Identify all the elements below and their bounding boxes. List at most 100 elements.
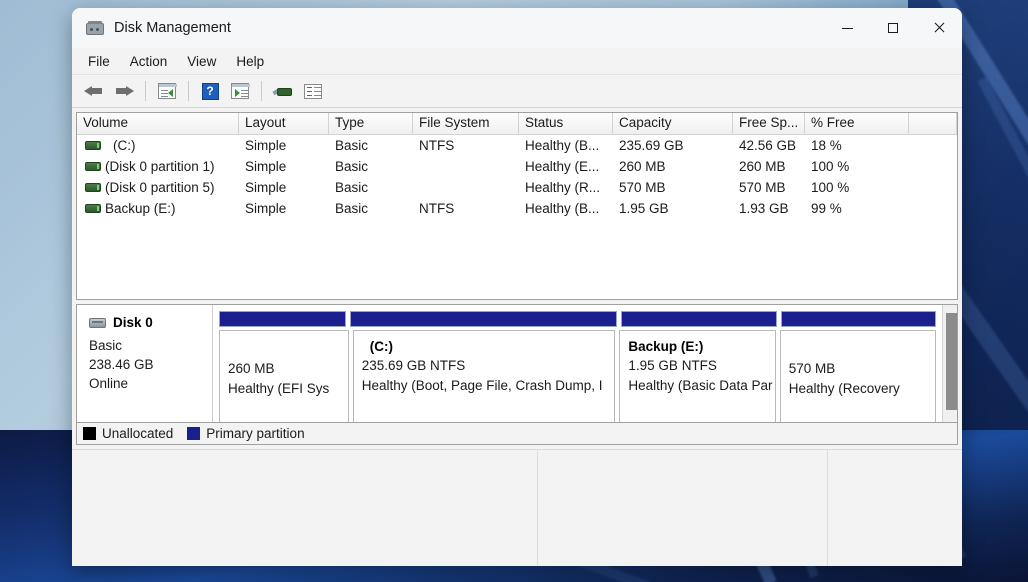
toolbar-separator: [145, 81, 146, 101]
cell-volume-label: (C:): [105, 138, 136, 153]
column-header-percent-free[interactable]: % Free: [805, 113, 909, 135]
disk-info-disk-0[interactable]: Disk 0Basic238.46 GBOnline: [77, 305, 213, 423]
volume-drive-icon: [85, 141, 101, 150]
cell-capacity: 235.69 GB: [613, 138, 733, 153]
console-tree-icon: [158, 83, 176, 99]
cell-capacity: 570 MB: [613, 180, 733, 195]
cell-volume: Backup (E:): [77, 201, 239, 216]
cell-type: Basic: [329, 180, 413, 195]
cell-free-space: 1.93 GB: [733, 201, 805, 216]
scrollbar-thumb[interactable]: [946, 313, 957, 410]
toolbar: ?: [72, 75, 962, 108]
menu-view[interactable]: View: [177, 51, 226, 72]
volume-drive-icon: [85, 162, 101, 171]
arrow-right-icon: [114, 84, 134, 98]
toolbar-separator: [261, 81, 262, 101]
disk-drive-icon: [89, 318, 106, 328]
column-header-filler[interactable]: [909, 113, 957, 135]
cell-layout: Simple: [239, 159, 329, 174]
column-header-type[interactable]: Type: [329, 113, 413, 135]
cell-percent-free: 99 %: [805, 201, 909, 216]
column-header-layout[interactable]: Layout: [239, 113, 329, 135]
menu-action[interactable]: Action: [120, 51, 178, 72]
graphical-view-scrollbar[interactable]: [942, 305, 957, 422]
column-header-volume[interactable]: Volume: [77, 113, 239, 135]
disk-size: 238.46 GB: [89, 355, 212, 374]
cell-status: Healthy (R...: [519, 180, 613, 195]
cell-capacity: 1.95 GB: [613, 201, 733, 216]
column-header-free-space[interactable]: Free Sp...: [733, 113, 805, 135]
partition-box[interactable]: 260 MBHealthy (EFI Sys: [219, 330, 349, 423]
show-hide-action-pane-button[interactable]: [226, 78, 254, 104]
show-hide-console-tree-button[interactable]: [153, 78, 181, 104]
window-controls: [824, 8, 962, 48]
minimize-button[interactable]: [824, 8, 870, 48]
table-row[interactable]: (Disk 0 partition 1) SimpleBasic Healthy (…: [77, 156, 957, 177]
cell-type: Basic: [329, 159, 413, 174]
partition-box[interactable]: (C:) 235.69 GB NTFSHealthy (Boot, Page Fi…: [353, 330, 616, 423]
partition-color-bar: [781, 311, 936, 327]
column-header-file-system[interactable]: File System: [413, 113, 519, 135]
cell-volume: (C:): [77, 138, 239, 153]
partition-color-bar: [219, 311, 346, 327]
partition-size: 570 MB: [789, 359, 935, 379]
partition-name-spacer: [789, 339, 935, 359]
cell-status: Healthy (E...: [519, 159, 613, 174]
partition-size: 260 MB: [228, 359, 348, 379]
maximize-button[interactable]: [870, 8, 916, 48]
partition-status: Healthy (Basic Data Par: [628, 376, 774, 396]
partition-name: (C:): [362, 339, 615, 354]
cell-file-system: NTFS: [413, 138, 519, 153]
legend-label-unallocated: Unallocated: [102, 426, 173, 441]
menu-help[interactable]: Help: [226, 51, 274, 72]
volume-drive-icon: [85, 204, 101, 213]
table-row[interactable]: Backup (E:)SimpleBasicNTFSHealthy (B...1…: [77, 198, 957, 219]
volume-list-pane: Volume Layout Type File System Status Ca…: [76, 112, 958, 300]
help-question-icon: ?: [202, 83, 219, 100]
action-pane-icon: [231, 83, 249, 99]
cell-capacity: 260 MB: [613, 159, 733, 174]
cell-free-space: 42.56 GB: [733, 138, 805, 153]
legend: Unallocated Primary partition: [76, 423, 958, 445]
cell-volume-label: (Disk 0 partition 1): [105, 159, 215, 174]
cell-layout: Simple: [239, 138, 329, 153]
legend-swatch-unallocated: [83, 427, 96, 440]
volume-drive-icon: [85, 183, 101, 192]
menu-bar: File Action View Help: [72, 48, 962, 75]
partition-name-spacer: [228, 339, 348, 359]
menu-file[interactable]: File: [78, 51, 120, 72]
cell-volume-label: Backup (E:): [105, 201, 176, 216]
minimize-icon: [842, 28, 853, 29]
arrow-left-icon: [84, 84, 104, 98]
column-header-status[interactable]: Status: [519, 113, 613, 135]
back-button[interactable]: [80, 78, 108, 104]
rescan-disks-button[interactable]: [269, 78, 297, 104]
partition-box[interactable]: 570 MBHealthy (Recovery: [780, 330, 936, 423]
table-row[interactable]: (C:)SimpleBasicNTFSHealthy (B...235.69 G…: [77, 135, 957, 156]
graphical-view-pane: Disk 0Basic238.46 GBOnline260 MBHealthy …: [76, 304, 958, 423]
help-button[interactable]: ?: [196, 78, 224, 104]
legend-swatch-primary-partition: [187, 427, 200, 440]
cell-status: Healthy (B...: [519, 201, 613, 216]
disk-drive-icon: [86, 20, 104, 36]
maximize-icon: [888, 23, 898, 33]
cell-free-space: 570 MB: [733, 180, 805, 195]
properties-button[interactable]: [299, 78, 327, 104]
table-row[interactable]: (Disk 0 partition 5)SimpleBasicHealthy (…: [77, 177, 957, 198]
disk-rescan-icon: [273, 84, 293, 98]
column-header-capacity[interactable]: Capacity: [613, 113, 733, 135]
partition-status: Healthy (Boot, Page File, Crash Dump, I: [362, 376, 615, 396]
cell-percent-free: 100 %: [805, 180, 909, 195]
volume-list-header: Volume Layout Type File System Status Ca…: [77, 113, 957, 135]
disk-title: Disk 0: [113, 315, 153, 330]
partition-color-bar: [350, 311, 617, 327]
forward-button[interactable]: [110, 78, 138, 104]
cell-percent-free: 18 %: [805, 138, 909, 153]
close-button[interactable]: [916, 8, 962, 48]
disk-type: Basic: [89, 336, 212, 355]
disk-row[interactable]: Disk 0Basic238.46 GBOnline260 MBHealthy …: [77, 305, 942, 423]
graphical-view-scroll-area: Disk 0Basic238.46 GBOnline260 MBHealthy …: [77, 305, 942, 422]
partition-box[interactable]: Backup (E:)1.95 GB NTFSHealthy (Basic Da…: [619, 330, 775, 423]
partition-size: 235.69 GB NTFS: [362, 356, 615, 376]
title-bar[interactable]: Disk Management: [72, 8, 962, 48]
